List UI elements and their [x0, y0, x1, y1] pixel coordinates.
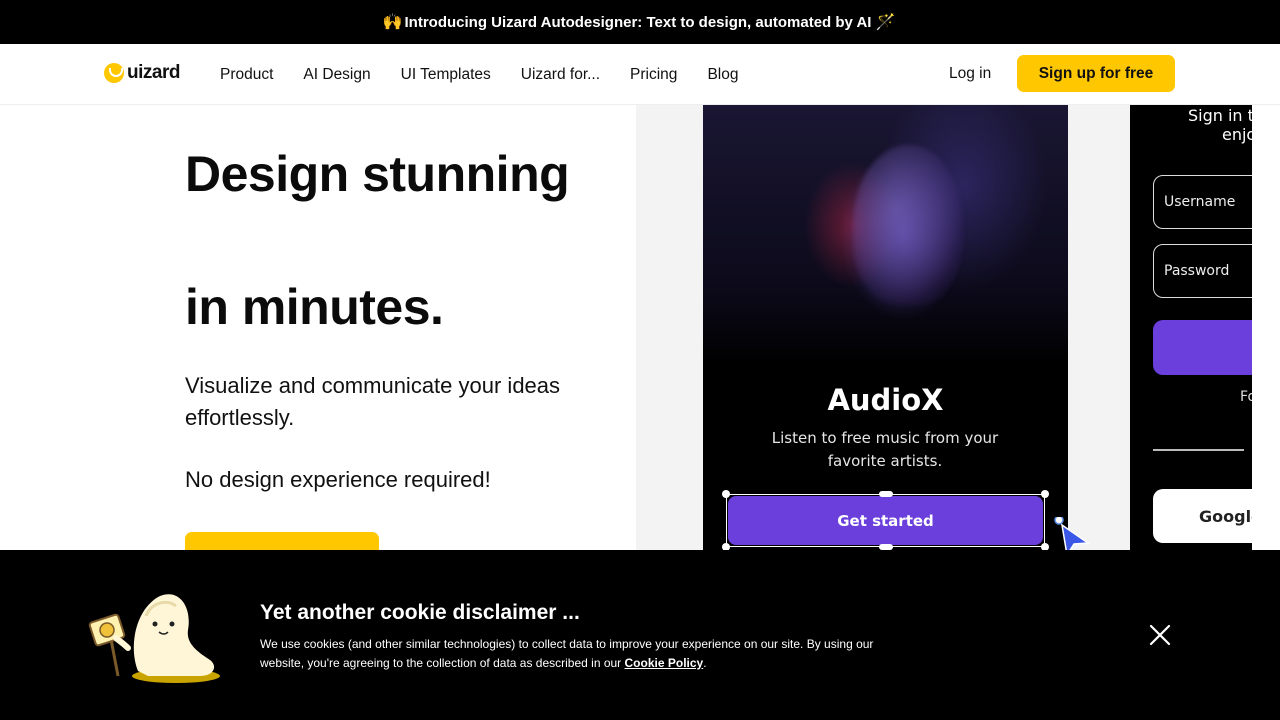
hero-subtitle-2: No design experience required! [185, 467, 491, 492]
signin-mockup: Sign in t enjo Username Password Fo Goog… [1130, 105, 1260, 550]
cursor-arrow-icon [1054, 517, 1091, 550]
password-field[interactable]: Password [1153, 244, 1260, 298]
cookie-policy-link[interactable]: Cookie Policy [625, 656, 704, 670]
cookie-text: We use cookies (and other similar techno… [260, 635, 900, 673]
resize-handle[interactable] [879, 491, 893, 497]
main-menu: Product AI Design UI Templates Uizard fo… [220, 44, 768, 105]
hero-subtitle: Visualize and communicate your ideas eff… [185, 373, 561, 430]
cookie-title: Yet another cookie disclaimer ... [260, 601, 580, 624]
resize-handle[interactable] [722, 490, 730, 498]
app-title: AudioX [827, 383, 944, 417]
divider [1153, 449, 1244, 451]
close-icon[interactable] [1146, 621, 1174, 649]
username-field[interactable]: Username [1153, 175, 1260, 229]
cookie-banner: Yet another cookie disclaimer ... We use… [0, 550, 1280, 720]
nav-item-product[interactable]: Product [220, 66, 273, 84]
design-showcase: AudioX Listen to free music from your fa… [636, 105, 1280, 550]
navbar: uizard Product AI Design UI Templates Ui… [0, 44, 1280, 105]
logo-text: uizard [127, 62, 180, 83]
page-edge [1252, 105, 1280, 550]
audiox-mockup: AudioX Listen to free music from your fa… [703, 105, 1068, 550]
cookie-text-end: . [703, 656, 707, 670]
cookie-text-body: We use cookies (and other similar techno… [260, 637, 874, 670]
nav-item-ui-templates[interactable]: UI Templates [401, 66, 491, 84]
seal-mascot-icon [88, 594, 220, 683]
announcement-text[interactable]: Introducing Uizard Autodesigner: Text to… [405, 14, 872, 31]
nav-item-uizard-for[interactable]: Uizard for... [521, 66, 600, 84]
signup-button[interactable]: Sign up for free [1017, 55, 1175, 92]
raised-hands-icon: 🙌 [382, 14, 403, 31]
resize-handle[interactable] [1041, 543, 1049, 550]
logo[interactable]: uizard [104, 62, 180, 84]
signin-button[interactable] [1153, 320, 1260, 375]
nav-item-ai-design[interactable]: AI Design [303, 66, 370, 84]
nav-item-pricing[interactable]: Pricing [630, 66, 677, 84]
dancer-artwork [703, 105, 1068, 365]
nav-item-blog[interactable]: Blog [707, 66, 738, 84]
hero-title-line2: in minutes. [185, 279, 444, 335]
logo-mark-icon [104, 63, 124, 83]
resize-handle[interactable] [722, 543, 730, 550]
login-link[interactable]: Log in [949, 65, 991, 83]
google-button[interactable]: Google [1153, 489, 1260, 543]
announcement-bar[interactable]: 🙌 Introducing Uizard Autodesigner: Text … [0, 0, 1280, 44]
signin-heading: Sign in t [1188, 106, 1254, 125]
app-subtitle: Listen to free music from your favorite … [771, 429, 999, 470]
magic-wand-icon: 🪄 [875, 14, 896, 31]
resize-handle[interactable] [1041, 490, 1049, 498]
hero-title-line1: Design stunning [185, 146, 570, 202]
selection-box [726, 494, 1045, 547]
